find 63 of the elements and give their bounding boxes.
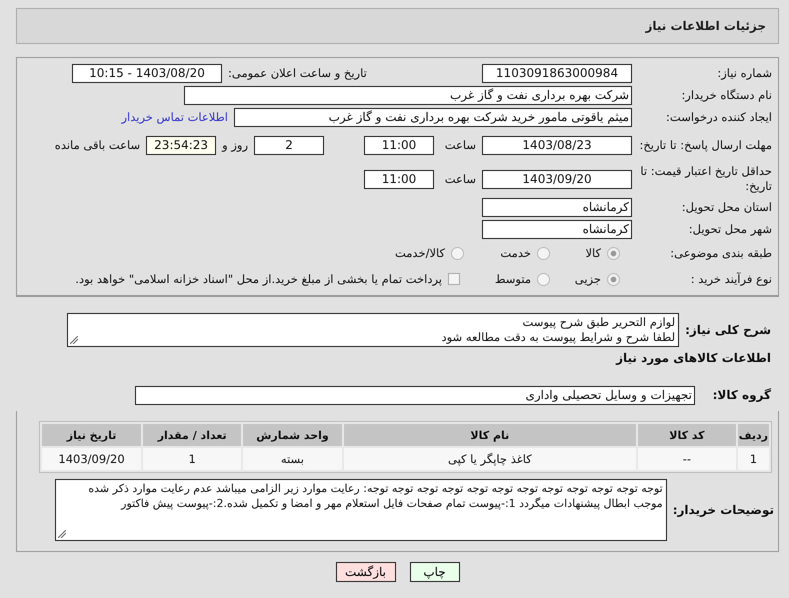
option-label: کالا/خدمت (394, 246, 445, 260)
notes-area[interactable]: توجه توجه توجه توجه توجه توجه توجه توجه توجه توجه توجه توجه: رعایت موارد زیر الزامی میباشد عدم رعایت موارد ذکر شده موجب ابطال پیشنهادات میگردد 1:-پیوست تمام صفحات فایل استعلام مهر و امضا و تکمیل شده.2:-پیوست پیش فاکتور (54, 479, 667, 541)
field-label: توضیحات خریدار: (672, 503, 775, 517)
text-field[interactable]: 2 (254, 136, 324, 154)
checkbox-label: پرداخت تمام یا بخشی از مبلغ خرید.از محل "اسناد خزانه اسلامی" خواهد بود. (75, 272, 442, 286)
field-label: شهر محل تحویل: (688, 222, 773, 236)
table-cell: -- (638, 448, 736, 470)
resize-grip-icon[interactable] (58, 530, 66, 538)
text-field[interactable]: 11:00 (364, 136, 434, 154)
text-field[interactable]: کرمانشاه (482, 198, 632, 216)
print-button[interactable]: چاپ (410, 562, 460, 582)
field-label: حداقل تاریخ اعتبار قیمت: تا تاریخ: (639, 164, 773, 194)
column-header: تعداد / مقدار (143, 424, 242, 446)
text-field[interactable]: 1103091863000984 (482, 64, 632, 82)
field-label: نوع فرآیند خرید : (690, 272, 773, 286)
back-button[interactable]: بازگشت (336, 562, 396, 582)
field-label: طبقه بندی موضوعی: (669, 246, 773, 260)
field-label: مهلت ارسال پاسخ: تا تاریخ: (638, 138, 773, 152)
radio-button[interactable] (537, 246, 550, 260)
time-label: ساعت (444, 172, 476, 186)
page-title: جزئیات اطلاعات نیاز (645, 19, 766, 33)
field-label: استان محل تحویل: (680, 200, 773, 214)
text-field[interactable]: تجهیزات و وسایل تحصیلی واداری (135, 386, 695, 404)
column-header: ردیف (738, 424, 769, 446)
option-label: متوسط (494, 272, 531, 286)
text-field[interactable]: کرمانشاه (482, 220, 632, 238)
column-header: نام کالا (344, 424, 636, 446)
remaining-label: ساعت باقی مانده (54, 138, 140, 152)
radio-button[interactable] (607, 272, 620, 286)
section-title: اطلاعات کالاهای مورد نیاز (614, 351, 771, 365)
field-label: ایجاد کننده درخواست: (665, 110, 773, 124)
text-field[interactable]: میثم یاقوتی مامور خرید شرکت بهره برداری نفت و گاز غرب (234, 108, 632, 126)
column-header: کد کالا (638, 424, 736, 446)
text-field[interactable]: شرکت بهره برداری نفت و گاز غرب (184, 86, 632, 104)
option-label: جزیی (574, 272, 601, 286)
option-label: خدمت (500, 246, 531, 260)
days-label: روز و (222, 138, 248, 152)
table-cell: کاغذ چاپگر یا کپی (344, 448, 636, 470)
field-label: شرح کلی نیاز: (685, 323, 771, 337)
text-field[interactable]: 11:00 (364, 170, 434, 188)
table-cell: 1403/09/20 (42, 448, 142, 470)
table-cell: 1 (143, 448, 242, 470)
table-cell: بسته (243, 448, 342, 470)
column-header: تاریخ نیاز (42, 424, 142, 446)
text-field[interactable]: 1403/08/23 (482, 136, 632, 154)
checkbox[interactable] (448, 273, 460, 285)
description-area[interactable]: لوازم التحریر طبق شرح پیوست لطفا شرح و شرایط پیوست به دقت مطالعه شود (67, 313, 680, 347)
time-label: ساعت (444, 138, 476, 152)
field-label: نام دستگاه خریدار: (680, 88, 773, 102)
option-label: کالا (585, 246, 601, 260)
text-field[interactable]: 23:54:23 (146, 136, 216, 154)
radio-button[interactable] (451, 246, 464, 260)
radio-button[interactable] (537, 272, 550, 286)
resize-grip-icon[interactable] (70, 336, 78, 344)
column-header: واحد شمارش (243, 424, 342, 446)
buyer-contact-link[interactable]: اطلاعات تماس خریدار (121, 110, 228, 124)
radio-button[interactable] (607, 246, 620, 260)
field-label: گروه کالا: (712, 388, 771, 402)
field-label: شماره نیاز: (716, 66, 773, 80)
field-label: تاریخ و ساعت اعلان عمومی: (228, 66, 368, 80)
text-field[interactable]: 1403/08/20 - 10:15 (72, 64, 222, 82)
table-cell: 1 (738, 448, 769, 470)
text-field[interactable]: 1403/09/20 (482, 170, 632, 188)
